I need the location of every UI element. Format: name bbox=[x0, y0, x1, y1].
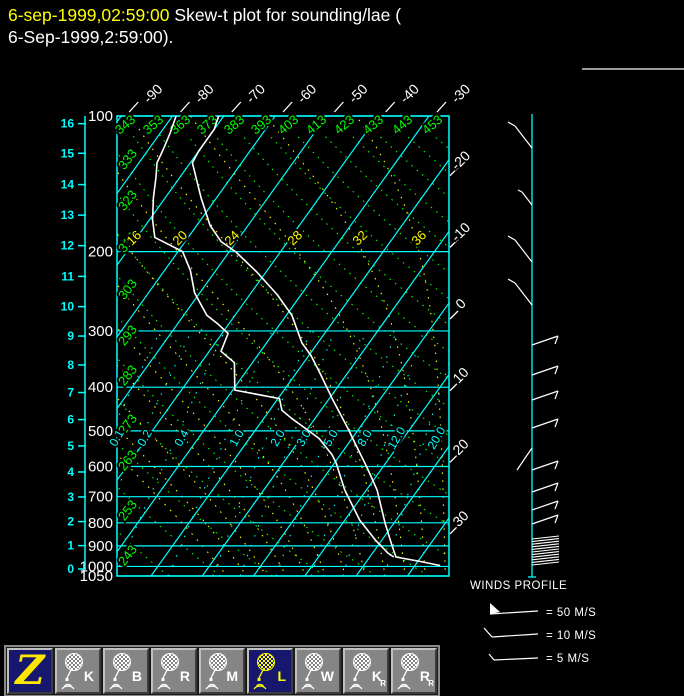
svg-text:1: 1 bbox=[67, 539, 74, 553]
svg-text:5: 5 bbox=[67, 439, 74, 453]
svg-text:10: 10 bbox=[61, 300, 75, 314]
svg-text:3: 3 bbox=[67, 490, 74, 504]
toolbar-button-k[interactable]: K bbox=[55, 648, 101, 694]
svg-text:283: 283 bbox=[115, 362, 140, 388]
zebra-logo-icon: Z bbox=[15, 647, 45, 694]
svg-text:36: 36 bbox=[408, 227, 429, 248]
svg-text:9: 9 bbox=[67, 329, 74, 343]
sounding-traces bbox=[151, 116, 441, 567]
svg-text:24: 24 bbox=[221, 227, 242, 248]
svg-text:12.0: 12.0 bbox=[385, 424, 409, 452]
svg-text:-10: -10 bbox=[448, 219, 474, 245]
button-subscript: R bbox=[380, 679, 386, 688]
svg-text:253: 253 bbox=[115, 497, 140, 523]
svg-text:700: 700 bbox=[88, 489, 113, 506]
svg-text:6: 6 bbox=[67, 413, 74, 427]
wind-profile bbox=[507, 114, 560, 578]
svg-text:-30: -30 bbox=[448, 81, 474, 107]
toolbar: Z K B R M L W K R R R bbox=[4, 645, 440, 696]
svg-text:10: 10 bbox=[449, 364, 471, 386]
toolbar-button-w[interactable]: W bbox=[295, 648, 341, 694]
svg-text:900: 900 bbox=[88, 538, 113, 555]
svg-text:8: 8 bbox=[67, 358, 74, 372]
svg-text:20.0: 20.0 bbox=[425, 424, 449, 452]
svg-text:11: 11 bbox=[61, 269, 74, 283]
button-letter: M bbox=[226, 668, 238, 684]
isotherm-lines bbox=[117, 116, 449, 576]
svg-text:13: 13 bbox=[61, 208, 75, 222]
svg-text:293: 293 bbox=[115, 322, 140, 348]
toolbar-button-m[interactable]: M bbox=[199, 648, 245, 694]
svg-text:600: 600 bbox=[88, 459, 113, 476]
winds-profile-title: WINDS PROFILE bbox=[470, 580, 568, 592]
svg-text:333: 333 bbox=[115, 146, 140, 172]
svg-text:800: 800 bbox=[88, 515, 113, 532]
toolbar-button-r[interactable]: R bbox=[151, 648, 197, 694]
svg-text:7: 7 bbox=[67, 386, 74, 400]
legend-5ms-label: = 5 M/S bbox=[546, 653, 590, 665]
button-letter: B bbox=[131, 668, 142, 684]
button-letter: K bbox=[83, 668, 94, 684]
button-letter: R bbox=[179, 668, 190, 684]
button-subscript: R bbox=[428, 679, 434, 688]
button-letter: L bbox=[277, 668, 286, 684]
svg-text:-20: -20 bbox=[448, 147, 474, 173]
button-letter: W bbox=[320, 668, 334, 684]
svg-text:100: 100 bbox=[88, 108, 113, 125]
line-labels: 343 353 363 373 383 393 403 413 423 433 443 4533333… bbox=[104, 110, 450, 571]
toolbar-button-zebra-logo[interactable]: Z bbox=[7, 648, 53, 694]
svg-text:200: 200 bbox=[88, 244, 113, 261]
dry-adiabat-lines bbox=[117, 134, 449, 576]
svg-text:15: 15 bbox=[61, 146, 75, 160]
svg-text:-90: -90 bbox=[140, 81, 166, 107]
height-axis: 012345678910111213141516 bbox=[61, 116, 86, 576]
skewt-chart: 1002003004005006007008009001000105001234… bbox=[61, 79, 560, 661]
svg-text:2: 2 bbox=[67, 515, 74, 529]
toolbar-button-rr[interactable]: R R bbox=[391, 648, 437, 694]
temperature-trace bbox=[191, 116, 441, 567]
svg-text:28: 28 bbox=[284, 227, 305, 248]
svg-text:30: 30 bbox=[449, 507, 471, 529]
toolbar-button-b[interactable]: B bbox=[103, 648, 149, 694]
svg-text:-40: -40 bbox=[396, 81, 422, 107]
svg-text:12: 12 bbox=[61, 239, 75, 253]
svg-text:-60: -60 bbox=[294, 81, 320, 107]
svg-text:14: 14 bbox=[61, 178, 75, 192]
svg-text:20: 20 bbox=[449, 435, 471, 457]
svg-text:303: 303 bbox=[115, 276, 140, 302]
legend-50ms-label: = 50 M/S bbox=[546, 607, 597, 619]
svg-text:0: 0 bbox=[452, 295, 469, 312]
svg-text:-50: -50 bbox=[345, 81, 371, 107]
svg-text:32: 32 bbox=[349, 227, 370, 248]
svg-text:4: 4 bbox=[67, 465, 74, 479]
app-window: 6-sep-1999,02:59:00 Skew-t plot for soun… bbox=[0, 0, 684, 696]
svg-text:-70: -70 bbox=[242, 81, 268, 107]
svg-text:263: 263 bbox=[115, 447, 140, 473]
legend-10ms-label: = 10 M/S bbox=[546, 630, 597, 642]
dewpoint-trace bbox=[151, 116, 395, 558]
svg-text:1050: 1050 bbox=[80, 568, 113, 585]
svg-text:0: 0 bbox=[67, 562, 74, 576]
winds-legend-icons bbox=[483, 603, 539, 661]
svg-text:-80: -80 bbox=[191, 81, 217, 107]
svg-text:20: 20 bbox=[169, 227, 190, 248]
svg-text:400: 400 bbox=[88, 379, 113, 396]
svg-text:300: 300 bbox=[88, 323, 113, 340]
toolbar-button-kr[interactable]: K R bbox=[343, 648, 389, 694]
svg-text:16: 16 bbox=[61, 117, 75, 131]
toolbar-button-l-active[interactable]: L bbox=[247, 648, 293, 694]
